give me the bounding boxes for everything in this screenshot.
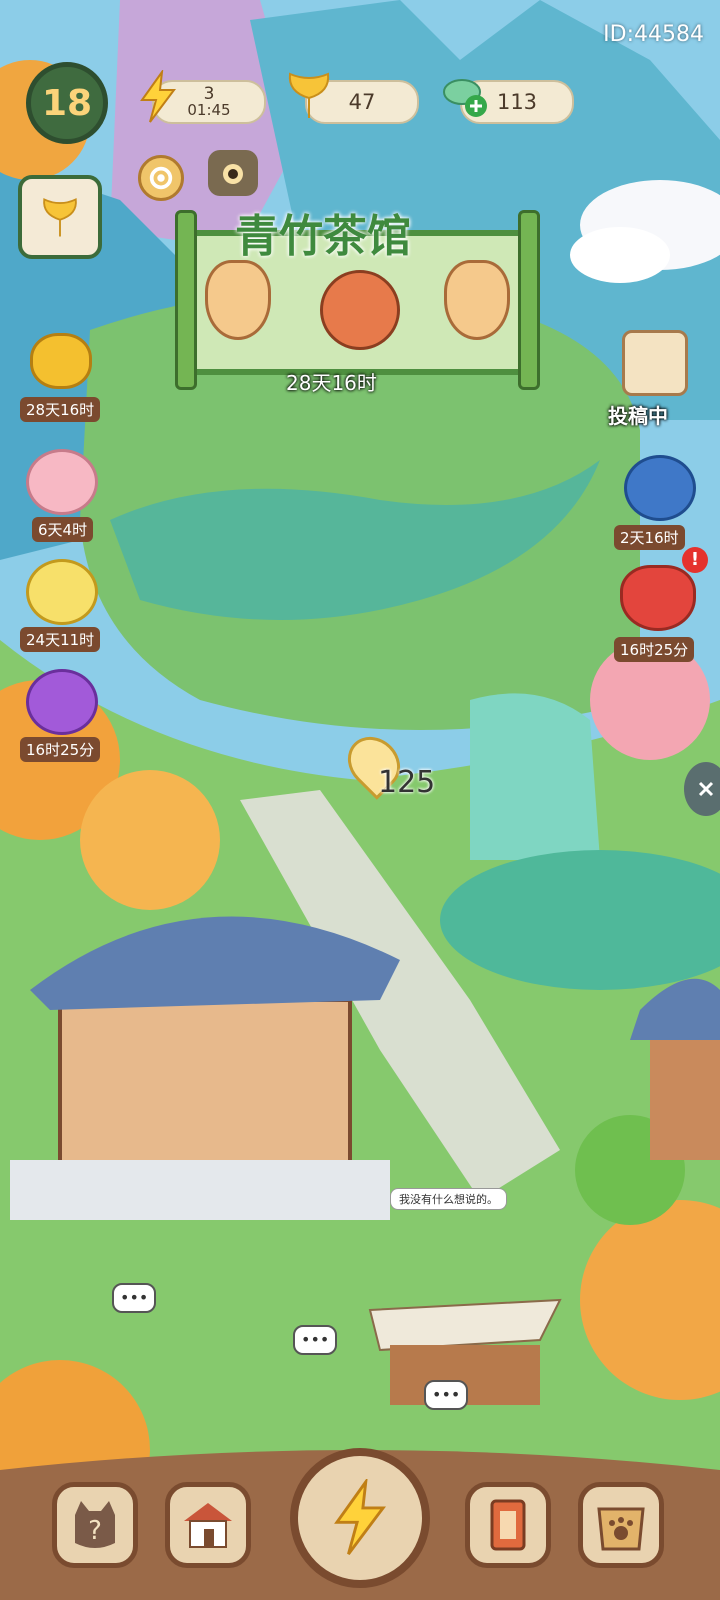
- bamboo-post-left: [175, 210, 197, 390]
- npc-speech-bubble: 我没有什么想说的。: [390, 1188, 507, 1210]
- right-event-scroll[interactable]: 投稿中: [608, 330, 694, 428]
- house-icon: [184, 1503, 232, 1548]
- cat-eye-icon[interactable]: [208, 150, 258, 196]
- scroll-label: 投稿中: [608, 404, 668, 428]
- right-event-waterfall[interactable]: 2天16时: [614, 455, 698, 550]
- energy-value: 3: [203, 84, 215, 104]
- blue-waterfall-icon: [624, 455, 696, 521]
- red-panda-gift-icon: [26, 669, 98, 735]
- green-leaf-plus-icon[interactable]: [438, 70, 492, 124]
- event-banner[interactable]: 青竹茶馆 28天16时: [175, 210, 540, 395]
- pavilion[interactable]: [650, 1040, 720, 1160]
- ginkgo-leaf-icon: [282, 68, 336, 122]
- bag-button[interactable]: [578, 1482, 664, 1568]
- cloud: [570, 227, 670, 283]
- apple-basket-icon: [620, 565, 696, 631]
- cat-help-icon: ?: [75, 1501, 115, 1548]
- lightning-icon: [136, 68, 180, 124]
- ginkgo-value: 47: [348, 90, 376, 114]
- energy-timer: 01:45: [187, 101, 231, 119]
- scroll-brush-icon: [622, 330, 688, 396]
- lightning-icon: [334, 1479, 386, 1555]
- right-event-apples[interactable]: ! 16时25分: [614, 547, 708, 662]
- ginkgo-reward-value: 125: [378, 765, 436, 800]
- typing-bubble: •••: [424, 1380, 469, 1410]
- cherry-bird-icon: [26, 449, 98, 515]
- banner-title: 青竹茶馆: [235, 211, 411, 262]
- left-event-bird[interactable]: 6天4时: [22, 445, 100, 542]
- left-event-label: 6天4时: [32, 517, 94, 542]
- red-panda-icon: [320, 270, 400, 350]
- ginkgo-reward-marker[interactable]: 125: [337, 726, 450, 815]
- close-icon[interactable]: [684, 762, 720, 816]
- bamboo-shoot-right-icon: [444, 260, 510, 340]
- left-event-teapot[interactable]: 28天16时: [20, 325, 101, 422]
- banner-countdown: 28天16时: [286, 371, 377, 395]
- leaf-value: 113: [496, 90, 538, 114]
- autumn-tree: [80, 770, 220, 910]
- level-value: 18: [41, 82, 93, 124]
- svg-text:?: ?: [88, 1516, 102, 1546]
- left-event-gold[interactable]: 24天11时: [20, 555, 101, 652]
- paw-bag-icon: [597, 1507, 645, 1551]
- waterfall: [470, 693, 600, 860]
- left-event-label: 28天16时: [20, 397, 101, 422]
- typing-bubble: •••: [293, 1325, 338, 1355]
- bamboo-shoot-left-icon: [205, 260, 271, 340]
- player-id: ID:44584: [603, 22, 704, 47]
- right-event-label: 16时25分: [614, 637, 695, 662]
- right-event-label: 2天16时: [614, 525, 685, 550]
- ginkgo-journal-icon[interactable]: [18, 175, 102, 259]
- left-event-label: 16时25分: [20, 737, 101, 762]
- teahouse-terrace: [10, 1160, 390, 1220]
- left-event-panda[interactable]: 16时25分: [20, 665, 101, 762]
- typing-bubble: •••: [112, 1283, 157, 1313]
- cards-button[interactable]: [465, 1482, 551, 1568]
- level-badge[interactable]: 18: [26, 62, 108, 144]
- action-button[interactable]: [290, 1448, 430, 1588]
- alert-badge: !: [682, 547, 708, 573]
- gear-icon[interactable]: [138, 155, 184, 201]
- help-button[interactable]: ?: [52, 1482, 138, 1568]
- left-event-label: 24天11时: [20, 627, 101, 652]
- building-button[interactable]: [165, 1482, 251, 1568]
- golden-teapot-icon: [30, 333, 92, 389]
- card-icon: [490, 1499, 526, 1551]
- bamboo-post-right: [518, 210, 540, 390]
- gold-pile-icon: [26, 559, 98, 625]
